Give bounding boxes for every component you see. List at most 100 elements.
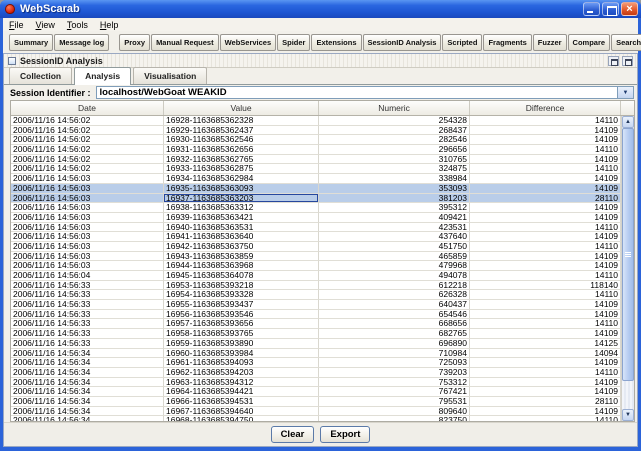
cell-date[interactable]: 2006/11/16 14:56:03 [11,252,164,262]
table-row[interactable]: 2006/11/16 14:56:3416963-116368539431275… [11,378,621,388]
cell-numeric[interactable]: 654546 [319,310,470,320]
cell-date[interactable]: 2006/11/16 14:56:34 [11,378,164,388]
cell-value[interactable]: 16942-1163685363750 [164,242,319,252]
cell-value[interactable]: 16944-1163685363968 [164,261,319,271]
cell-difference[interactable]: 14125 [470,339,621,349]
table-row[interactable]: 2006/11/16 14:56:0216928-116368536232825… [11,116,621,126]
cell-difference[interactable]: 14109 [470,358,621,368]
cell-difference[interactable]: 14110 [470,164,621,174]
cell-numeric[interactable]: 324875 [319,164,470,174]
table-row[interactable]: 2006/11/16 14:56:0316940-116368536353142… [11,223,621,233]
cell-value[interactable]: 16968-1163685394750 [164,416,319,421]
cell-difference[interactable]: 14109 [470,184,621,194]
cell-numeric[interactable]: 612218 [319,281,470,291]
cell-difference[interactable]: 14109 [470,407,621,417]
table-row[interactable]: 2006/11/16 14:56:3316956-116368539354665… [11,310,621,320]
table-row[interactable]: 2006/11/16 14:56:0316939-116368536342140… [11,213,621,223]
scroll-up-button[interactable]: ▲ [622,116,634,128]
table-row[interactable]: 2006/11/16 14:56:3416967-116368539464080… [11,407,621,417]
toolbar-tab-fuzzer[interactable]: Fuzzer [533,34,567,51]
cell-value[interactable]: 16953-1163685393218 [164,281,319,291]
cell-date[interactable]: 2006/11/16 14:56:34 [11,368,164,378]
cell-numeric[interactable]: 682765 [319,329,470,339]
cell-difference[interactable]: 118140 [470,281,621,291]
cell-date[interactable]: 2006/11/16 14:56:03 [11,242,164,252]
table-row[interactable]: 2006/11/16 14:56:3416966-116368539453179… [11,397,621,407]
table-row[interactable]: 2006/11/16 14:56:0216931-116368536265629… [11,145,621,155]
cell-date[interactable]: 2006/11/16 14:56:03 [11,194,164,204]
maximize-button[interactable] [602,2,619,16]
cell-date[interactable]: 2006/11/16 14:56:02 [11,135,164,145]
cell-date[interactable]: 2006/11/16 14:56:33 [11,281,164,291]
cell-numeric[interactable]: 710984 [319,349,470,359]
cell-numeric[interactable]: 310765 [319,155,470,165]
cell-difference[interactable]: 14109 [470,232,621,242]
toolbar-tab-extensions[interactable]: Extensions [311,34,361,51]
cell-difference[interactable]: 14110 [470,242,621,252]
table-row[interactable]: 2006/11/16 14:56:0216933-116368536287532… [11,164,621,174]
cell-numeric[interactable]: 823750 [319,416,470,421]
close-button[interactable]: × [621,2,638,16]
cell-numeric[interactable]: 809640 [319,407,470,417]
cell-value[interactable]: 16966-1163685394531 [164,397,319,407]
table-row[interactable]: 2006/11/16 14:56:0316944-116368536396847… [11,261,621,271]
cell-date[interactable]: 2006/11/16 14:56:33 [11,329,164,339]
cell-numeric[interactable]: 338984 [319,174,470,184]
cell-date[interactable]: 2006/11/16 14:56:34 [11,397,164,407]
tab-collection[interactable]: Collection [9,67,72,84]
table-row[interactable]: 2006/11/16 14:56:0316943-116368536385946… [11,252,621,262]
toolbar-tab-sessionid-analysis[interactable]: SessionID Analysis [363,34,442,51]
cell-value[interactable]: 16955-1163685393437 [164,300,319,310]
table-row[interactable]: 2006/11/16 14:56:3316953-116368539321861… [11,281,621,291]
cell-value[interactable]: 16931-1163685362656 [164,145,319,155]
cell-difference[interactable]: 14109 [470,310,621,320]
table-row[interactable]: 2006/11/16 14:56:0216929-116368536243726… [11,126,621,136]
table-row[interactable]: 2006/11/16 14:56:3316954-116368539332862… [11,290,621,300]
table-row[interactable]: 2006/11/16 14:56:0216932-116368536276531… [11,155,621,165]
cell-value[interactable]: 16928-1163685362328 [164,116,319,126]
cell-date[interactable]: 2006/11/16 14:56:34 [11,407,164,417]
cell-value[interactable]: 16935-1163685363093 [164,184,319,194]
cell-value[interactable]: 16943-1163685363859 [164,252,319,262]
cell-numeric[interactable]: 494078 [319,271,470,281]
cell-numeric[interactable]: 795531 [319,397,470,407]
cell-numeric[interactable]: 640437 [319,300,470,310]
minimize-button[interactable] [583,2,600,16]
cell-date[interactable]: 2006/11/16 14:56:02 [11,164,164,174]
cell-difference[interactable]: 14109 [470,174,621,184]
cell-numeric[interactable]: 753312 [319,378,470,388]
menu-file[interactable]: File [9,20,24,30]
table-row[interactable]: 2006/11/16 14:56:0316941-116368536364043… [11,232,621,242]
cell-difference[interactable]: 14109 [470,213,621,223]
scrollbar-thumb[interactable] [622,128,634,381]
cell-numeric[interactable]: 465859 [319,252,470,262]
cell-value[interactable]: 16962-1163685394203 [164,368,319,378]
table-row[interactable]: 2006/11/16 14:56:3316958-116368539376568… [11,329,621,339]
column-header-value[interactable]: Value [164,101,319,115]
cell-value[interactable]: 16941-1163685363640 [164,232,319,242]
toolbar-tab-message-log[interactable]: Message log [54,34,109,51]
cell-date[interactable]: 2006/11/16 14:56:03 [11,203,164,213]
cell-value[interactable]: 16964-1163685394421 [164,387,319,397]
frame-restore-button[interactable] [608,56,619,66]
clear-button[interactable]: Clear [271,426,315,443]
cell-difference[interactable]: 14109 [470,203,621,213]
toolbar-tab-scripted[interactable]: Scripted [442,34,482,51]
toolbar-tab-compare[interactable]: Compare [568,34,611,51]
cell-numeric[interactable]: 451750 [319,242,470,252]
cell-numeric[interactable]: 254328 [319,116,470,126]
table-row[interactable]: 2006/11/16 14:56:3416961-116368539409372… [11,358,621,368]
cell-numeric[interactable]: 395312 [319,203,470,213]
toolbar-tab-manual-request[interactable]: Manual Request [151,34,219,51]
cell-difference[interactable]: 14109 [470,126,621,136]
cell-numeric[interactable]: 767421 [319,387,470,397]
cell-value[interactable]: 16957-1163685393656 [164,319,319,329]
cell-numeric[interactable]: 626328 [319,290,470,300]
cell-difference[interactable]: 14109 [470,387,621,397]
frame-maximize-button[interactable] [622,56,633,66]
cell-date[interactable]: 2006/11/16 14:56:04 [11,271,164,281]
table-row[interactable]: 2006/11/16 14:56:3416960-116368539398471… [11,349,621,359]
toolbar-tab-search[interactable]: Search [611,34,641,51]
cell-value[interactable]: 16960-1163685393984 [164,349,319,359]
session-identifier-combobox[interactable]: localhost/WebGoat WEAKID ▼ [96,86,634,99]
